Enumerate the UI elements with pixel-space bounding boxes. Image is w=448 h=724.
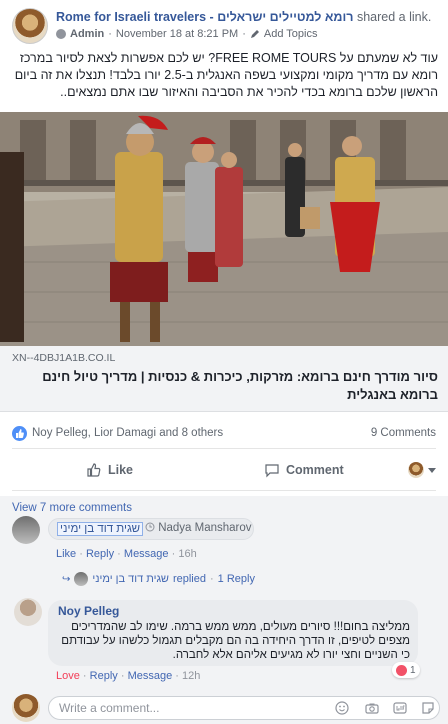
- comment-like-link[interactable]: Like: [56, 548, 76, 560]
- post-action-bar: Like Comment: [0, 456, 448, 486]
- link-preview-box[interactable]: XN--4DBJ1A1B.CO.IL סיור מודרך חינם ברומא…: [0, 346, 448, 412]
- pencil-icon: [250, 30, 259, 38]
- comment-love-link[interactable]: Love: [56, 670, 80, 682]
- comment-button[interactable]: Comment: [264, 462, 344, 478]
- post-header-line: Rome for Israeli travelers - רומא למטייל…: [56, 10, 431, 24]
- commenter-avatar[interactable]: [14, 598, 42, 626]
- post-timestamp[interactable]: November 18 at 8:21 PM: [116, 28, 238, 40]
- replies-count: 1 Reply: [217, 573, 255, 585]
- comment-actions: Like · Reply · Message · 16h: [56, 548, 197, 560]
- like-button[interactable]: Like: [86, 462, 133, 478]
- reactions-summary: Noy Pelleg, Lior Damagi and 8 others 9 C…: [12, 426, 436, 442]
- clock-icon: [145, 522, 155, 532]
- reply-arrow-icon: ↪: [62, 573, 71, 585]
- comment-bubble-icon: [265, 464, 279, 478]
- camera-icon[interactable]: [365, 701, 379, 715]
- divider: [12, 490, 436, 491]
- comment-reply-link[interactable]: Reply: [90, 670, 118, 682]
- separator: ·: [242, 28, 246, 40]
- thumbs-up-icon: [87, 463, 101, 477]
- comment-reactions[interactable]: 1: [392, 662, 420, 678]
- chevron-down-icon: [428, 467, 436, 473]
- comment-reply-link[interactable]: Reply: [86, 548, 114, 560]
- admin-badge-icon: [56, 29, 66, 39]
- post-meta: Admin · November 18 at 8:21 PM · Add Top…: [56, 28, 317, 40]
- gif-icon[interactable]: [393, 701, 407, 715]
- colosseum-photo: [0, 112, 448, 346]
- comment-author-name: Nadya Mansharov: [158, 522, 252, 534]
- comment-author-link[interactable]: Noy Pelleg: [58, 604, 119, 618]
- post-action-text: shared a link.: [356, 10, 432, 24]
- comment-message-link[interactable]: Message: [128, 670, 173, 682]
- link-domain: XN--4DBJ1A1B.CO.IL: [12, 352, 116, 364]
- comment-author-link[interactable]: Nadya Mansharov: [145, 522, 252, 534]
- love-reaction-icon: [396, 664, 407, 676]
- link-title[interactable]: סיור מודרך חינם ברומא: מזרקות, כיכרות & …: [10, 368, 438, 404]
- replier-avatar: [74, 572, 89, 586]
- reaction-count: 1: [410, 664, 416, 676]
- tagged-user-link[interactable]: שגית דוד בן ימיני: [57, 522, 144, 536]
- comment-input[interactable]: [49, 697, 309, 719]
- comments-section: View 7 more comments שגית דוד בן ימיני N…: [0, 496, 448, 724]
- replied-text: replied: [172, 573, 206, 585]
- page-avatar-small: [408, 462, 424, 478]
- add-topics-link[interactable]: Add Topics: [264, 28, 318, 40]
- comment-time[interactable]: 12h: [182, 670, 200, 682]
- comment-bubble: Noy Pelleg ממליצה בחום!!! סיורים מעולים,…: [48, 600, 418, 666]
- comment-message-link[interactable]: Message: [124, 548, 169, 560]
- author-role[interactable]: Admin: [70, 28, 104, 40]
- comment-time[interactable]: 16h: [178, 548, 196, 560]
- comments-count-link[interactable]: 9 Comments: [371, 427, 436, 439]
- post-header: Rome for Israeli travelers - רומא למטייל…: [12, 8, 440, 46]
- page-name-link[interactable]: Rome for Israeli travelers - רומא למטייל…: [56, 10, 354, 24]
- facebook-post: Rome for Israeli travelers - רומא למטייל…: [0, 0, 448, 724]
- separator: ·: [108, 28, 112, 40]
- link-preview-image[interactable]: [0, 112, 448, 346]
- commenter-avatar[interactable]: [12, 516, 40, 544]
- comment-label: Comment: [286, 463, 344, 477]
- replier-name: שגית דוד בן ימיני: [92, 573, 169, 585]
- page-avatar[interactable]: [12, 8, 48, 44]
- current-user-avatar: [12, 694, 40, 722]
- post-as-selector[interactable]: [408, 462, 436, 478]
- like-reaction-icon: [12, 426, 27, 441]
- comment-actions: Love · Reply · Message · 12h: [56, 670, 201, 682]
- write-comment-box: [48, 696, 440, 720]
- comment-bubble: שגית דוד בן ימיני Nadya Mansharov: [48, 518, 254, 540]
- reactors-link[interactable]: Noy Pelleg, Lior Damagi and 8 others: [32, 427, 223, 439]
- comment-text: ממליצה בחום!!! סיורים מעולים, ממש ממש בר…: [61, 621, 410, 661]
- divider: [12, 448, 436, 449]
- view-more-comments-link[interactable]: View 7 more comments: [12, 502, 132, 514]
- replies-link[interactable]: ↪ שגית דוד בן ימיני replied · 1 Reply: [62, 572, 255, 586]
- emoji-icon[interactable]: [335, 701, 349, 715]
- like-label: Like: [108, 463, 134, 477]
- sticker-icon[interactable]: [421, 701, 435, 715]
- post-body-text: עוד לא שמעתם על FREE ROME TOURS? יש לכם …: [14, 51, 438, 99]
